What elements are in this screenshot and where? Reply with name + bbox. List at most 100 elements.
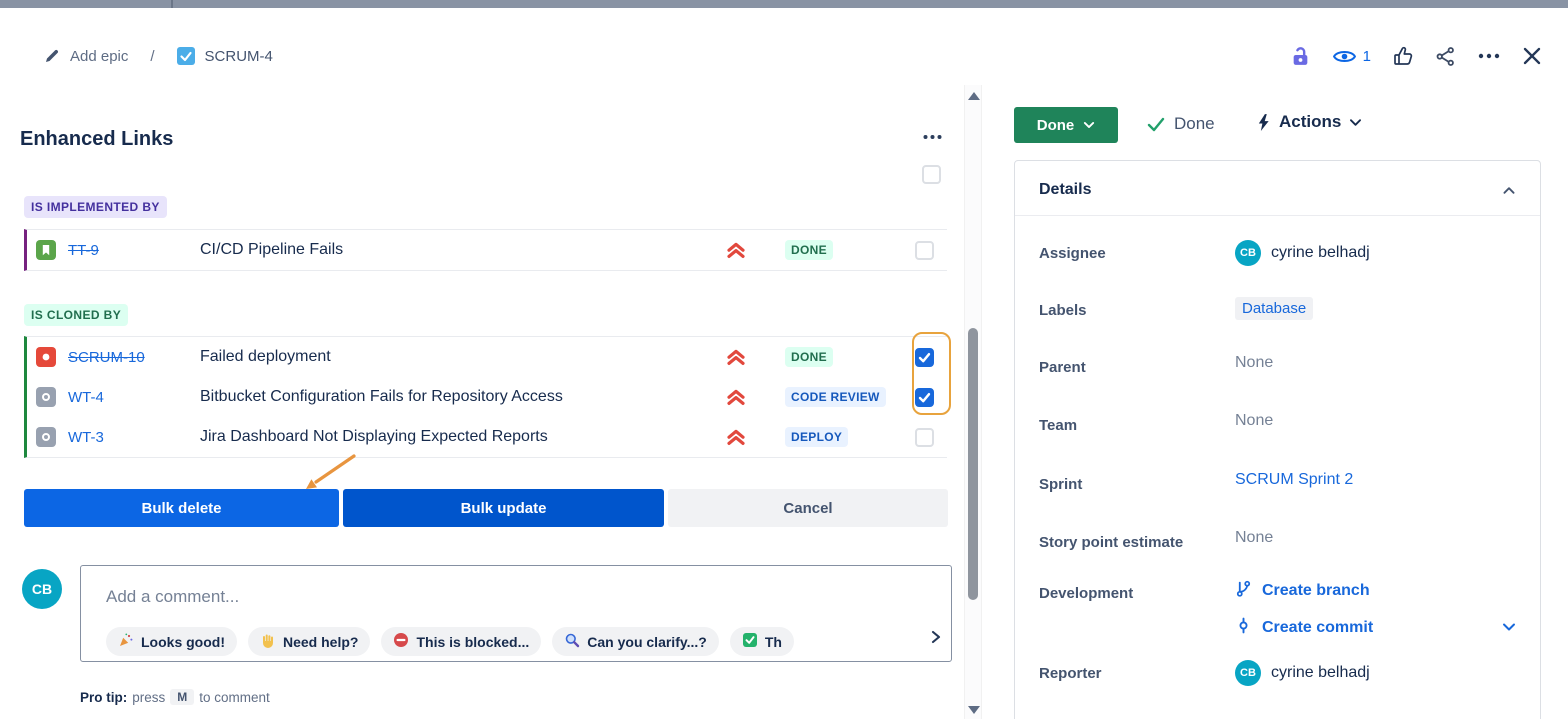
label-chip[interactable]: Database	[1235, 297, 1313, 320]
detail-field: Development Create branchCreate commit	[1039, 580, 1516, 639]
user-avatar: CB	[1235, 240, 1261, 266]
row-checkbox[interactable]	[915, 388, 934, 407]
link-group-is-implemented-by: TT-9 CI/CD Pipeline Fails DONE	[24, 229, 947, 271]
field-label: Reporter	[1039, 660, 1235, 686]
link-row[interactable]: TT-9 CI/CD Pipeline Fails DONE	[27, 230, 947, 270]
status-badge: DEPLOY	[785, 427, 848, 447]
create-commit-link[interactable]: Create commit	[1235, 617, 1516, 639]
field-value-none: None	[1235, 529, 1273, 546]
protip-prefix: Pro tip:	[80, 690, 127, 705]
story-icon	[27, 240, 68, 260]
scroll-down-arrow[interactable]	[968, 706, 980, 714]
green-check-icon	[1146, 114, 1166, 134]
chevron-down-icon[interactable]	[1502, 620, 1516, 638]
priority-highest-icon	[725, 348, 785, 366]
priority-highest-icon	[725, 388, 785, 406]
breadcrumb: Add epic / SCRUM-4	[44, 44, 273, 68]
row-checkbox[interactable]	[915, 241, 934, 260]
field-label: Sprint	[1039, 471, 1235, 497]
quick-reply-pill[interactable]: Need help?	[248, 627, 370, 656]
row-checkbox[interactable]	[915, 428, 934, 447]
field-label: Parent	[1039, 354, 1235, 380]
detail-field: Assignee CB cyrine belhadj	[1039, 240, 1516, 266]
quick-reply-pill[interactable]: This is blocked...	[381, 627, 541, 656]
scroll-thumb[interactable]	[968, 328, 978, 600]
quick-reply-pill[interactable]: Can you clarify...?	[552, 627, 719, 656]
detail-field: Labels Database	[1039, 297, 1516, 323]
chevron-right-icon[interactable]	[929, 630, 943, 644]
user-name: cyrine belhadj	[1271, 244, 1370, 262]
comment-input[interactable]: Add a comment... Looks good! Need help? …	[80, 565, 952, 662]
scroll-up-arrow[interactable]	[968, 92, 980, 100]
task-icon	[27, 427, 68, 447]
bulk-delete-button[interactable]: Bulk delete	[24, 489, 339, 527]
bulk-update-button[interactable]: Bulk update	[343, 489, 664, 527]
protip: Pro tip: press M to comment	[80, 689, 270, 705]
protip-press: press	[132, 690, 165, 705]
current-user-avatar: CB	[22, 569, 62, 609]
select-all-checkbox[interactable]	[922, 165, 941, 184]
jira-issue-view: Add epic / SCRUM-4 1 Enhanced Links IS I…	[0, 0, 1568, 719]
row-checkbox[interactable]	[915, 348, 934, 367]
lightning-icon	[1256, 113, 1271, 132]
link-group-label: IS IMPLEMENTED BY	[24, 196, 167, 218]
field-value-none: None	[1235, 412, 1273, 429]
details-fields: Assignee CB cyrine belhadj Labels Databas…	[1015, 216, 1540, 686]
status-badge: CODE REVIEW	[785, 387, 886, 407]
field-label: Assignee	[1039, 240, 1235, 266]
field-label: Labels	[1039, 297, 1235, 323]
field-value-none: None	[1235, 354, 1273, 371]
top-strip-divider	[171, 0, 173, 8]
cancel-button[interactable]: Cancel	[668, 489, 948, 527]
breadcrumb-separator: /	[150, 48, 154, 65]
priority-highest-icon	[725, 428, 785, 446]
create-branch-link[interactable]: Create branch	[1235, 580, 1516, 602]
issue-title: CI/CD Pipeline Fails	[200, 241, 725, 259]
resolved-icon	[742, 632, 758, 651]
commit-icon	[1235, 617, 1252, 639]
protip-key: M	[170, 689, 194, 705]
bug-icon	[27, 347, 68, 367]
task-icon	[27, 387, 68, 407]
vertical-scrollbar[interactable]	[964, 85, 982, 719]
bulk-actions-bar: Bulk delete Bulk update Cancel	[24, 489, 948, 527]
actions-dropdown[interactable]: Actions	[1256, 112, 1362, 132]
magnifier-icon	[564, 632, 580, 651]
eye-icon	[1332, 48, 1357, 65]
branch-icon	[1235, 580, 1252, 602]
issue-key-link[interactable]: SCRUM-10	[68, 349, 200, 366]
quick-reply-pill[interactable]: Th	[730, 627, 794, 656]
link-row[interactable]: WT-4 Bitbucket Configuration Fails for R…	[27, 377, 947, 417]
quick-reply-pill[interactable]: Looks good!	[106, 627, 237, 656]
detail-field: Story point estimate None	[1039, 529, 1516, 555]
links-more-icon[interactable]	[922, 130, 943, 144]
user-name: cyrine belhadj	[1271, 664, 1370, 682]
browser-top-strip	[0, 0, 1568, 8]
lock-open-icon[interactable]	[1290, 46, 1311, 67]
issue-key-link[interactable]: WT-3	[68, 429, 200, 446]
breadcrumb-issue-key[interactable]: SCRUM-4	[205, 48, 273, 65]
like-icon[interactable]	[1392, 45, 1414, 67]
issue-type-check-icon	[177, 47, 195, 65]
details-header[interactable]: Details	[1015, 161, 1540, 216]
status-dropdown-button[interactable]: Done	[1014, 107, 1118, 143]
chevron-down-icon	[1349, 117, 1362, 128]
issue-title: Jira Dashboard Not Displaying Expected R…	[200, 428, 725, 446]
user-avatar: CB	[1235, 660, 1261, 686]
issue-key-link[interactable]: TT-9	[68, 242, 200, 259]
field-link[interactable]: SCRUM Sprint 2	[1235, 471, 1353, 488]
actions-label: Actions	[1279, 112, 1341, 132]
issue-key-link[interactable]: WT-4	[68, 389, 200, 406]
share-icon[interactable]	[1435, 46, 1456, 67]
watch-button[interactable]: 1	[1332, 48, 1371, 65]
link-row[interactable]: WT-3 Jira Dashboard Not Displaying Expec…	[27, 417, 947, 457]
issue-title: Failed deployment	[200, 348, 725, 366]
add-epic-button[interactable]: Add epic	[70, 48, 128, 65]
edit-pencil-icon[interactable]	[44, 48, 60, 64]
status-badge: DONE	[785, 347, 833, 367]
link-row[interactable]: SCRUM-10 Failed deployment DONE	[27, 337, 947, 377]
close-icon[interactable]	[1522, 46, 1542, 66]
more-actions-icon[interactable]	[1477, 48, 1501, 64]
wave-icon	[260, 632, 276, 651]
comment-placeholder: Add a comment...	[106, 587, 239, 607]
